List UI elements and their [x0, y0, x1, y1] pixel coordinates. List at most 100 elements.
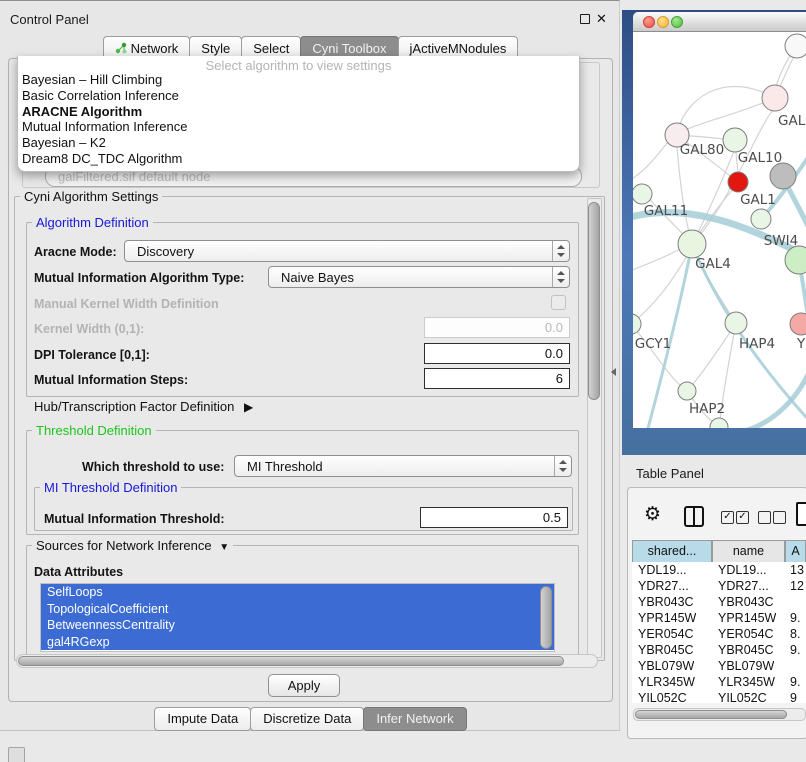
settings-scrollbar-thumb[interactable] [588, 202, 600, 400]
mi-threshold-input[interactable]: 0.5 [420, 507, 568, 528]
mi-steps-input[interactable]: 6 [424, 368, 570, 389]
mac-minimize-icon[interactable] [657, 16, 669, 28]
tab-discretize-data[interactable]: Discretize Data [250, 707, 364, 731]
table-body: YDL19...YDL19...13YDR27...YDR27...12YBR0… [632, 562, 806, 703]
table-row[interactable]: YIL052CYIL052C9 [632, 690, 806, 703]
algorithm-option-aracne-algorithm[interactable]: ARACNE Algorithm [18, 104, 579, 120]
node-salmon[interactable] [790, 313, 806, 335]
table-row[interactable]: YDR27...YDR27...12 [632, 578, 806, 594]
tab-label: jActiveMNodules [410, 41, 507, 56]
attribute-item-gal4rgexp[interactable]: gal4RGexp [41, 634, 554, 651]
mi-algorithm-select[interactable]: Naive Bayes [268, 266, 570, 288]
column-header-a[interactable]: A [785, 540, 806, 563]
control-panel-title: Control Panel [10, 12, 89, 27]
table-cell: YDL19... [718, 562, 767, 578]
mac-zoom-icon[interactable] [671, 16, 683, 28]
attribute-item-topologicalcoefficient[interactable]: TopologicalCoefficient [41, 601, 554, 618]
algorithm-option-bayesian-k2[interactable]: Bayesian – K2 [18, 135, 579, 151]
column-header-name[interactable]: name [712, 540, 785, 563]
column-header-shared[interactable]: shared... [632, 540, 712, 563]
algorithm-option-bayesian-hill-climbing[interactable]: Bayesian – Hill Climbing [18, 72, 579, 88]
mi-algorithm-label: Mutual Information Algorithm Type: [34, 271, 244, 285]
node-hap4-label: HAP4 [739, 336, 775, 352]
kernel-width-input[interactable]: 0.0 [424, 317, 570, 338]
node-hap4[interactable] [725, 312, 747, 334]
network-edge[interactable] [633, 249, 680, 272]
table-cell: YPR145W [718, 610, 776, 626]
algorithm-option-basic-correlation-inference[interactable]: Basic Correlation Inference [18, 88, 579, 104]
network-edge[interactable] [692, 151, 734, 244]
minimized-panel-button[interactable] [8, 747, 25, 762]
attribute-item-selfloops[interactable]: SelfLoops [41, 584, 554, 601]
mac-close-icon[interactable] [643, 16, 655, 28]
node-salmon-label: Y [796, 336, 806, 352]
tab-label: Cyni Toolbox [312, 41, 386, 56]
apply-button[interactable]: Apply [268, 674, 340, 697]
node-hap2-label: HAP2 [689, 401, 725, 417]
aracne-mode-select[interactable]: Discovery [124, 240, 570, 262]
hub-definition-toggle[interactable]: Hub/Transcription Factor Definition ▶ [34, 399, 253, 414]
node-gal2[interactable] [762, 85, 788, 111]
network-edge[interactable] [685, 98, 775, 130]
export-table-icon[interactable] [796, 502, 806, 526]
algorithm-option-dream8-dc-tdc-algorithm[interactable]: Dream8 DC_TDC Algorithm [18, 151, 579, 167]
tab-infer-network[interactable]: Infer Network [363, 707, 466, 731]
table-cell: YBR045C [638, 642, 694, 658]
splitter-collapse-icon[interactable] [611, 368, 616, 376]
network-edge-highlighted[interactable] [741, 362, 806, 428]
table-row[interactable]: YBR045CYBR045C9. [632, 642, 806, 658]
gear-icon[interactable]: ⚙ [644, 503, 661, 526]
table-cell: YBL079W [718, 658, 774, 674]
tab-label: Select [253, 41, 289, 56]
mi-threshold-title: MI Threshold Definition [40, 480, 181, 495]
tab-label: Network [131, 41, 179, 56]
tab-label: Style [201, 41, 230, 56]
table-cell: 9. [790, 674, 800, 690]
node-gal1[interactable] [728, 172, 748, 192]
table-row[interactable]: YLR345WYLR345W9. [632, 674, 806, 690]
node-swi4[interactable] [751, 209, 771, 229]
show-all-columns-icon[interactable]: ✓ [721, 511, 734, 524]
node-gal11[interactable] [633, 184, 652, 204]
attribute-list: SelfLoopsTopologicalCoefficientBetweenne… [40, 583, 555, 652]
node-top[interactable] [785, 34, 806, 58]
table-row[interactable]: YDL19...YDL19...13 [632, 562, 806, 578]
node-gal4[interactable] [678, 230, 706, 258]
attribute-item-betweennesscentrality[interactable]: BetweennessCentrality [41, 617, 554, 634]
network-edge[interactable] [679, 87, 775, 126]
node-bottom[interactable] [710, 418, 728, 428]
settings-hscrollbar-thumb[interactable] [18, 656, 564, 666]
aracne-mode-label: Aracne Mode: [34, 245, 117, 259]
table-cell: YBR043C [638, 594, 694, 610]
dpi-tolerance-input[interactable]: 0.0 [424, 343, 570, 364]
table-row[interactable]: YBL079WYBL079W [632, 658, 806, 674]
manual-kernel-checkbox[interactable] [551, 295, 566, 310]
table-hscrollbar-thumb[interactable] [635, 710, 787, 719]
node-gal10-label: GAL10 [738, 150, 782, 166]
close-icon[interactable]: ✕ [596, 11, 607, 27]
hide-all-columns-icon[interactable] [773, 511, 786, 524]
manual-kernel-label: Manual Kernel Width Definition [34, 297, 219, 311]
node-gal10[interactable] [723, 128, 747, 152]
dropdown-item-list: Bayesian – Hill ClimbingBasic Correlatio… [18, 72, 579, 167]
show-all-columns-icon[interactable]: ✓ [736, 511, 749, 524]
network-canvas[interactable]: GALGAL80GAL10GAL1SWI4GAL11GAL4GCY1HAP4YH… [633, 32, 806, 428]
table-cell: 8. [790, 626, 800, 642]
sources-title[interactable]: Sources for Network Inference ▼ [32, 538, 233, 553]
cyni-settings-title: Cyni Algorithm Settings [20, 189, 162, 204]
network-edge[interactable] [677, 147, 692, 244]
algorithm-option-mutual-information-inference[interactable]: Mutual Information Inference [18, 119, 579, 135]
network-edge[interactable] [633, 142, 668, 182]
float-window-icon[interactable] [580, 14, 590, 24]
hide-all-columns-icon[interactable] [758, 511, 771, 524]
tab-impute-data[interactable]: Impute Data [154, 707, 251, 731]
node-hap2[interactable] [678, 382, 696, 400]
table-row[interactable]: YER054CYER054C8. [632, 626, 806, 642]
columns-icon[interactable] [684, 506, 704, 527]
attribute-list-scrollbar-thumb[interactable] [540, 586, 552, 649]
table-row[interactable]: YBR043CYBR043C [632, 594, 806, 610]
node-gray[interactable] [770, 163, 796, 189]
which-threshold-select[interactable]: MI Threshold [234, 455, 572, 477]
table-row[interactable]: YPR145WYPR145W9. [632, 610, 806, 626]
table-cell: YER054C [638, 626, 694, 642]
